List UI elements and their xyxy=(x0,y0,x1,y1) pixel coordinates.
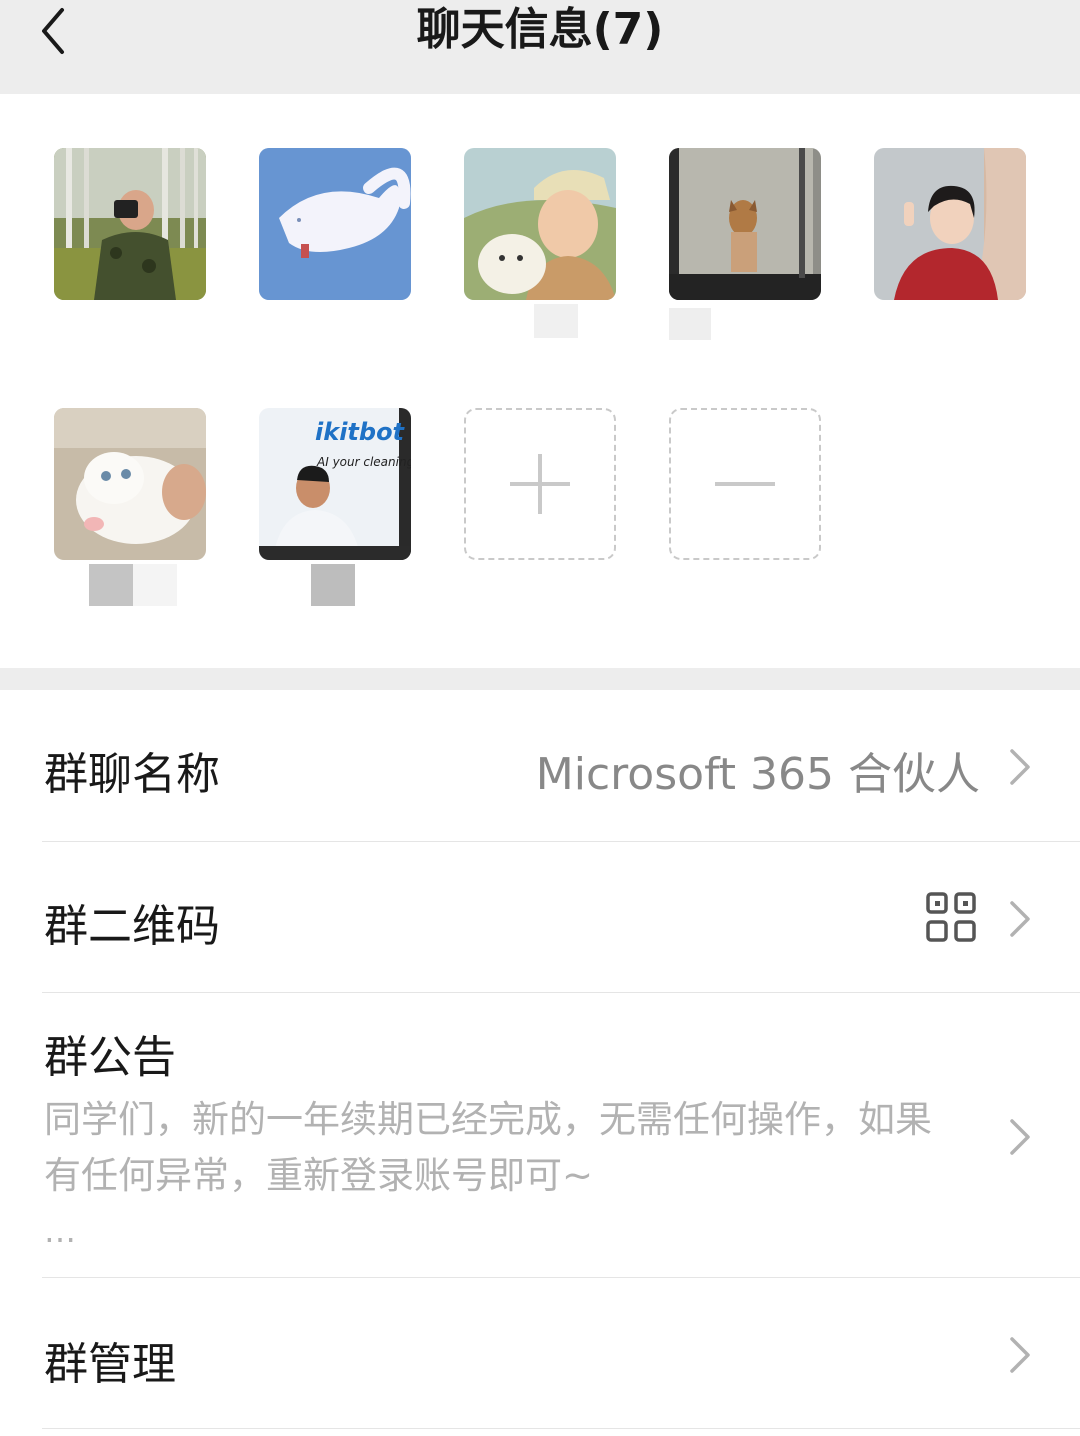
avatar-image xyxy=(464,148,616,300)
group-name-row[interactable]: 群聊名称 Microsoft 365 合伙人 xyxy=(0,690,1080,841)
avatar-image xyxy=(54,148,206,300)
chevron-right-icon xyxy=(1010,1337,1030,1373)
banner-tagline-text: AI your cleaning xyxy=(316,455,411,469)
chevron-right-icon xyxy=(1010,749,1030,785)
announcement-label: 群公告 xyxy=(44,1032,176,1083)
banner-brand-text: ikitbot xyxy=(315,418,406,446)
divider xyxy=(42,1428,1080,1429)
navigation-bar: 聊天信息(7) xyxy=(0,0,1080,94)
member-avatar-3[interactable] xyxy=(464,148,616,300)
avatar-image xyxy=(259,148,411,300)
section-gap xyxy=(0,668,1080,690)
qr-code-icon xyxy=(926,892,976,942)
announcement-text: 同学们，新的一年续期已经完成，无需任何操作，如果有任何异常，重新登录账号即可~ xyxy=(44,1098,932,1197)
members-grid: ikitbot AI your cleaning xyxy=(0,94,1080,668)
redacted-name xyxy=(534,304,578,338)
member-avatar-5[interactable] xyxy=(874,148,1026,300)
redacted-name xyxy=(311,564,355,606)
add-member-button[interactable] xyxy=(464,408,616,560)
redacted-name xyxy=(133,564,177,606)
plus-icon xyxy=(510,454,570,514)
avatar-image xyxy=(54,408,206,560)
avatar-image xyxy=(669,148,821,300)
member-avatar-6[interactable] xyxy=(54,408,206,560)
group-name-label: 群聊名称 xyxy=(44,749,220,800)
member-avatar-1[interactable] xyxy=(54,148,206,300)
chevron-right-icon xyxy=(1010,1119,1030,1155)
qr-code-row[interactable]: 群二维码 xyxy=(0,842,1080,992)
redacted-name xyxy=(89,564,133,606)
avatar-image xyxy=(874,148,1026,300)
chevron-right-icon xyxy=(1010,901,1030,937)
group-manage-row[interactable]: 群管理 xyxy=(0,1278,1080,1428)
minus-icon xyxy=(715,482,775,486)
redacted-name xyxy=(669,308,711,340)
qr-code-label: 群二维码 xyxy=(44,901,220,952)
remove-member-button[interactable] xyxy=(669,408,821,560)
member-avatar-7[interactable]: ikitbot AI your cleaning xyxy=(259,408,411,560)
page-title: 聊天信息(7) xyxy=(416,4,664,55)
avatar-image: ikitbot AI your cleaning xyxy=(259,408,411,560)
group-manage-label: 群管理 xyxy=(44,1339,176,1390)
group-name-value: Microsoft 365 合伙人 xyxy=(535,749,980,800)
announcement-more: … xyxy=(44,1212,79,1250)
member-avatar-2[interactable] xyxy=(259,148,411,300)
member-avatar-4[interactable] xyxy=(669,148,821,300)
